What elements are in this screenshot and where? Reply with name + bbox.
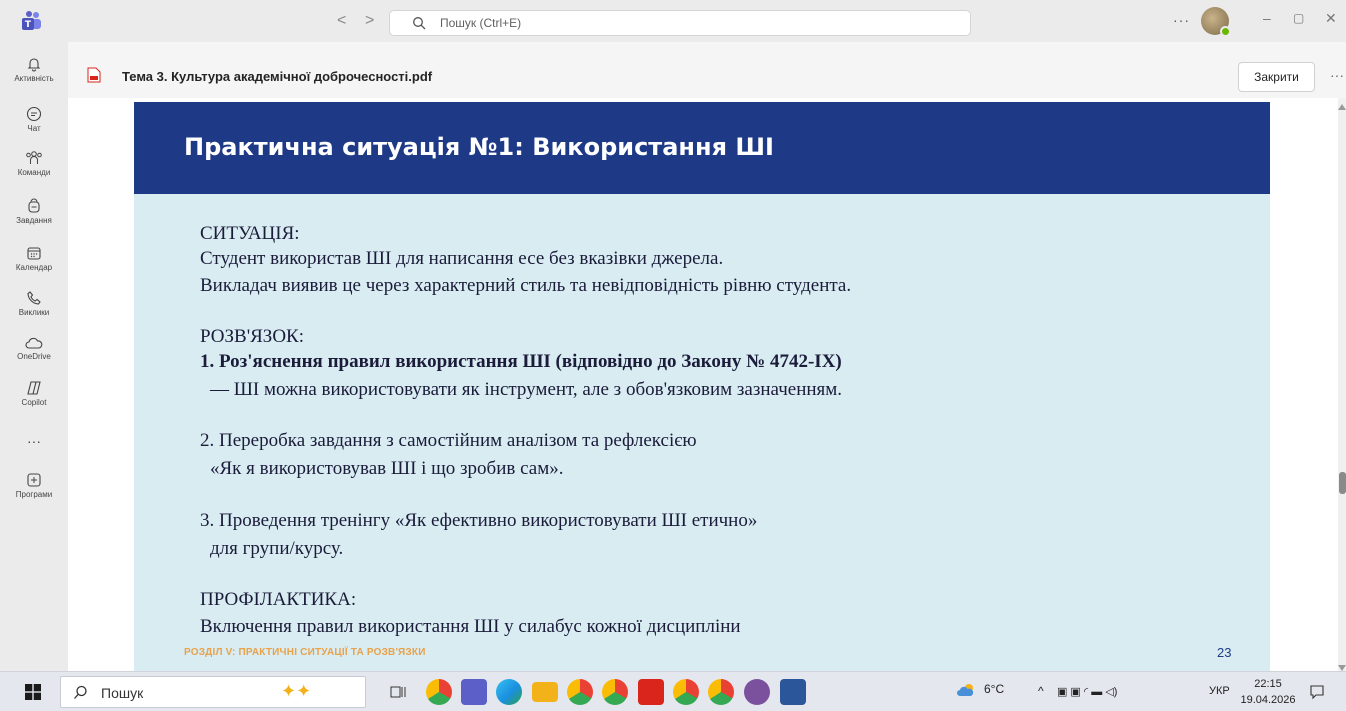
viber-icon[interactable]: [744, 679, 770, 705]
restore-button[interactable]: ▢: [1293, 11, 1304, 25]
rail-item-activity[interactable]: Активність: [0, 56, 68, 83]
chat-icon: [26, 106, 42, 122]
show-hidden-icons-icon[interactable]: ^: [1038, 684, 1044, 698]
taskbar: Пошук ✦✦ 6°C ^ ▣ ▣ ◜ ▬ ◁) УКР 22:15 19.0…: [0, 671, 1346, 711]
bell-icon: [27, 58, 41, 72]
weather-widget[interactable]: 6°C: [956, 682, 1004, 697]
rail-item-teams[interactable]: Команди: [0, 150, 68, 177]
copilot-icon: [27, 381, 41, 395]
rail-label: Команди: [17, 168, 51, 177]
scroll-up-icon[interactable]: [1338, 104, 1346, 110]
search-icon: [413, 17, 426, 30]
file-more-button[interactable]: ···: [1330, 67, 1344, 83]
chrome-profile-4-icon[interactable]: [708, 679, 734, 705]
rail-item-copilot[interactable]: Copilot: [0, 380, 68, 407]
title-bar: T < > Пошук (Ctrl+E) ··· – ▢ ✕: [0, 0, 1346, 42]
cloud-icon: [25, 337, 43, 349]
weather-temp: 6°C: [984, 682, 1005, 696]
file-title: Тема 3. Культура академічної доброчеснос…: [122, 69, 433, 84]
slide-line: «Як я використовував ШІ і що зробив сам»…: [210, 458, 564, 479]
slide-line: Включення правил використання ШІ у силаб…: [200, 616, 741, 637]
windows-start-icon[interactable]: [25, 684, 41, 700]
word-icon[interactable]: [780, 679, 806, 705]
slide-line: Викладач виявив це через характерний сти…: [200, 275, 852, 296]
slide-line: 1. Роз'яснення правил використання ШІ (в…: [200, 351, 842, 372]
acrobat-icon[interactable]: [638, 679, 664, 705]
search-placeholder: Пошук (Ctrl+E): [440, 16, 522, 30]
rail-more-button[interactable]: ···: [0, 433, 68, 449]
add-apps-icon: [27, 473, 41, 487]
slide-line: — ШІ можна використовувати як інструмент…: [210, 379, 843, 400]
edge-icon[interactable]: [496, 679, 522, 705]
forward-button[interactable]: >: [365, 12, 374, 30]
calendar-icon: [27, 247, 41, 260]
scroll-thumb[interactable]: [1339, 472, 1346, 494]
rail-item-calendar[interactable]: Календар: [0, 245, 68, 272]
avatar[interactable]: [1201, 7, 1231, 37]
chrome-icon[interactable]: [426, 679, 452, 705]
pdf-file-icon: [87, 67, 101, 83]
notifications-icon[interactable]: [1309, 684, 1325, 700]
slide-line: 2. Переробка завдання з самостійним анал…: [200, 430, 697, 451]
slide-line: для групи/курсу.: [210, 538, 344, 559]
chrome-profile-2-icon[interactable]: [602, 679, 628, 705]
rail-label: Календар: [15, 263, 53, 272]
tasks-icon: [28, 198, 40, 213]
close-window-button[interactable]: ✕: [1325, 10, 1337, 27]
minimize-button[interactable]: –: [1263, 10, 1271, 26]
rail-item-chat[interactable]: Чат: [0, 106, 68, 133]
taskbar-search-label: Пошук: [101, 685, 144, 701]
language-indicator[interactable]: УКР: [1209, 685, 1230, 697]
file-explorer-icon[interactable]: [532, 682, 558, 702]
clock-date: 19.04.2026: [1240, 694, 1296, 706]
file-header: Тема 3. Культура академічної доброчеснос…: [68, 42, 1346, 98]
slide-page: Практична ситуація №1: Використання ШІ С…: [134, 102, 1270, 671]
rail-item-calls[interactable]: Виклики: [0, 290, 68, 317]
slide-line: Студент використав ШІ для написання есе …: [200, 248, 724, 269]
system-tray[interactable]: ^ ▣ ▣ ◜ ▬ ◁): [1038, 684, 1117, 698]
tray-apps-icon[interactable]: ▣ ▣ ◜ ▬ ◁): [1057, 686, 1117, 698]
rail-item-apps[interactable]: Програми: [0, 472, 68, 499]
teams-icon: [26, 151, 42, 164]
chrome-profile-icon[interactable]: [567, 679, 593, 705]
rail-label: Завдання: [16, 216, 52, 225]
svg-text:T: T: [25, 20, 32, 30]
vertical-scrollbar[interactable]: [1338, 98, 1346, 671]
slide-title: Практична ситуація №1: Використання ШІ: [184, 133, 774, 161]
page-number: 23: [1217, 645, 1232, 660]
taskbar-search-input[interactable]: Пошук ✦✦: [60, 676, 366, 708]
clock-time: 22:15: [1254, 678, 1282, 690]
slide-line: СИТУАЦІЯ:: [200, 223, 300, 244]
rail-label: Програми: [15, 490, 53, 499]
rail-label: Виклики: [18, 308, 50, 317]
left-rail: Активність Чат Команди Завдання Календар…: [0, 42, 68, 671]
presence-status-icon: [1220, 26, 1231, 37]
phone-icon: [27, 291, 41, 305]
slide-line: ПРОФІЛАКТИКА:: [200, 589, 357, 610]
slide-footer: РОЗДІЛ V: ПРАКТИЧНІ СИТУАЦІЇ ТА РОЗВ'ЯЗК…: [184, 647, 426, 658]
pdf-viewer[interactable]: Практична ситуація №1: Використання ШІ С…: [68, 98, 1338, 671]
clock[interactable]: 22:15 19.04.2026: [1240, 676, 1296, 708]
teams-logo-icon[interactable]: T: [20, 11, 42, 31]
search-input[interactable]: Пошук (Ctrl+E): [389, 10, 971, 36]
rail-label: Чат: [27, 124, 41, 133]
rail-label: OneDrive: [17, 352, 51, 361]
chrome-profile-3-icon[interactable]: [673, 679, 699, 705]
slide-header: Практична ситуація №1: Використання ШІ: [134, 102, 1270, 194]
more-options-button[interactable]: ···: [1173, 12, 1190, 28]
slide-line: РОЗВ'ЯЗОК:: [200, 326, 304, 347]
search-icon: [74, 685, 87, 699]
rail-item-tasks[interactable]: Завдання: [0, 198, 68, 225]
weather-cloud-icon: [957, 683, 974, 696]
rail-item-onedrive[interactable]: OneDrive: [0, 336, 68, 361]
back-button[interactable]: <: [337, 12, 346, 30]
copilot-sparkle-icon: ✦✦: [281, 681, 312, 701]
close-file-button[interactable]: Закрити: [1238, 62, 1315, 92]
slide-line: 3. Проведення тренінгу «Як ефективно вик…: [200, 510, 758, 531]
rail-label: Copilot: [21, 398, 47, 407]
rail-label: Активність: [14, 74, 54, 83]
teams-taskbar-icon[interactable]: [461, 679, 487, 705]
task-view-icon[interactable]: [390, 684, 406, 700]
